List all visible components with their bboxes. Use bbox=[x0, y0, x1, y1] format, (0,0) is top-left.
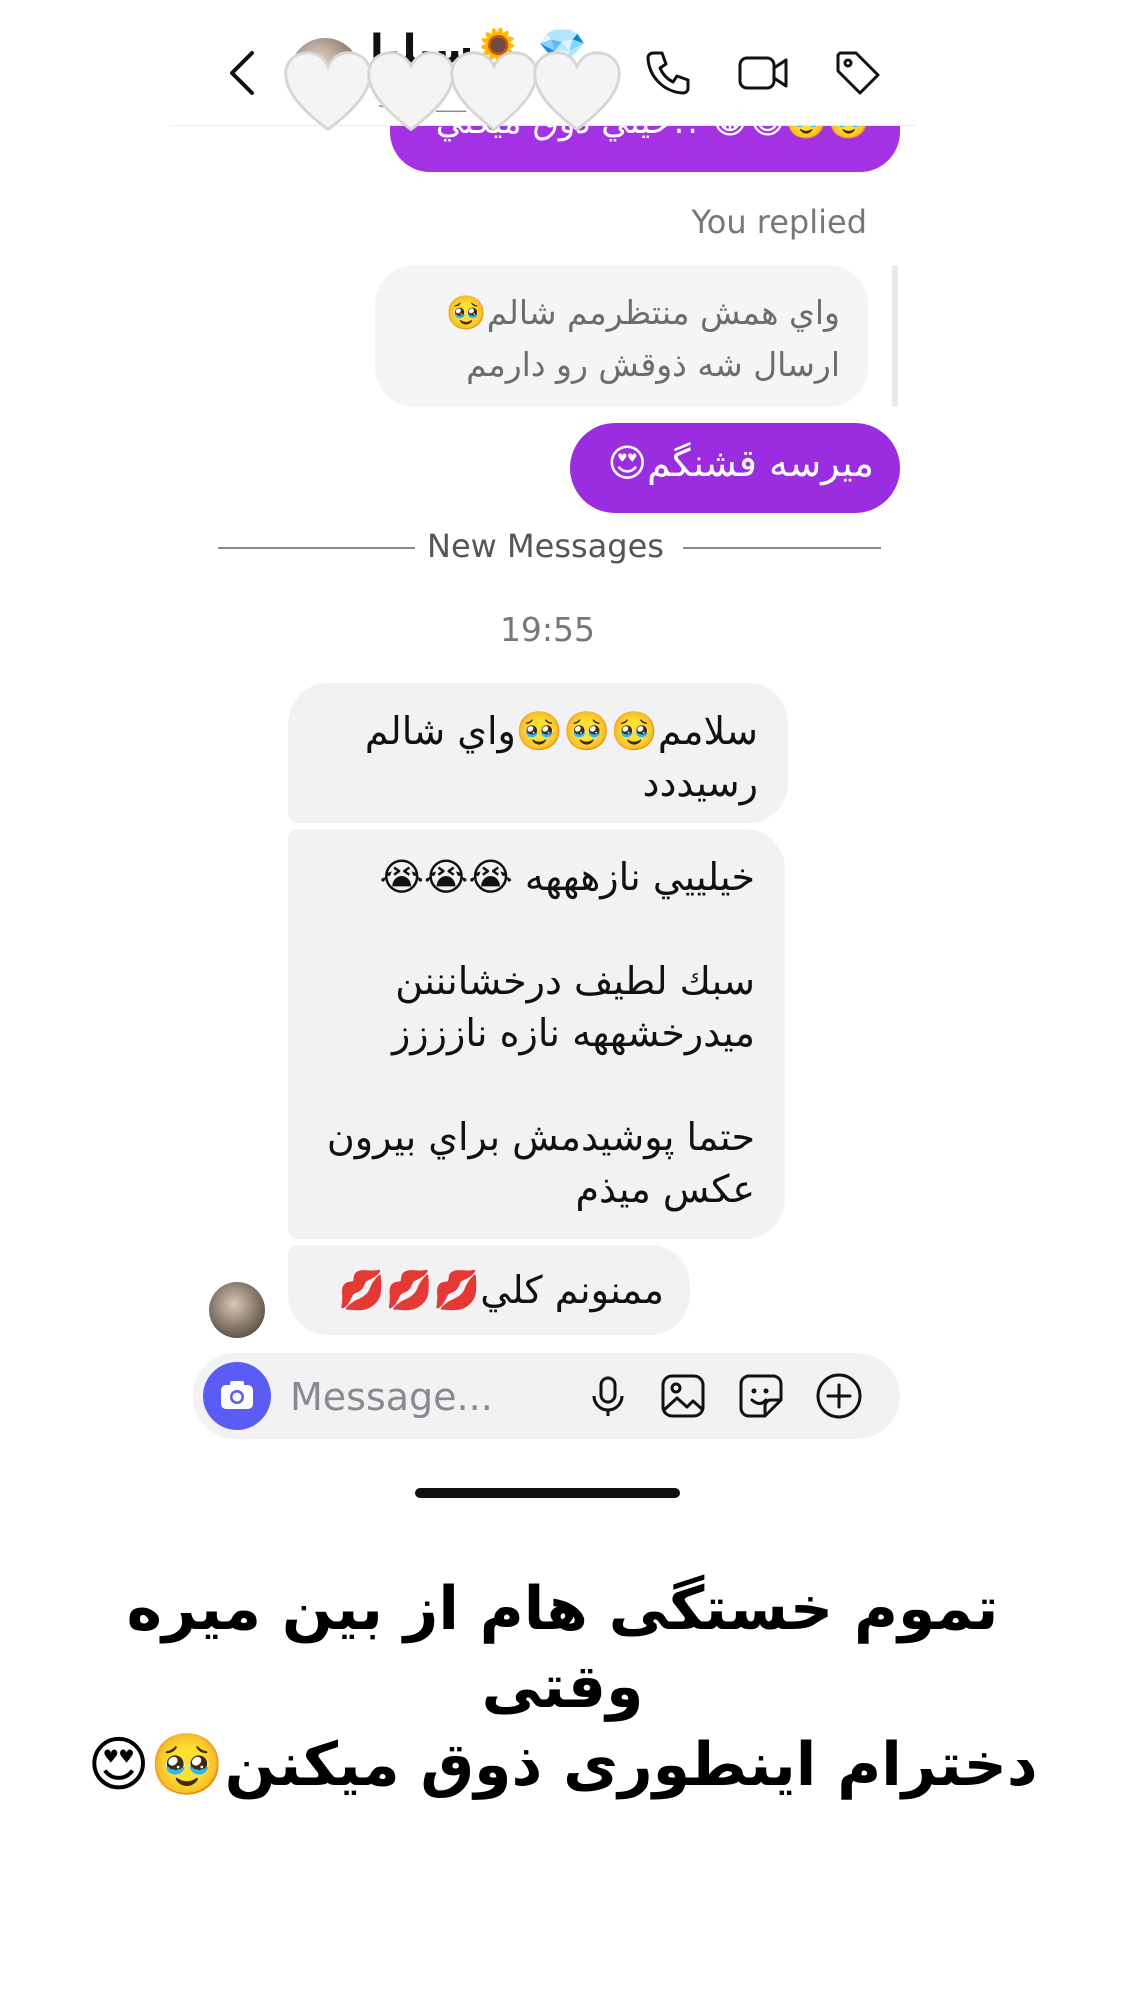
divider-line-right bbox=[683, 547, 881, 549]
message-line bbox=[318, 903, 755, 955]
tag-icon[interactable] bbox=[830, 45, 886, 101]
timestamp: 19:55 bbox=[499, 610, 596, 649]
caption-line: تموم خستگی هام از بین میره وقتی bbox=[126, 1574, 999, 1722]
white-heart-icon bbox=[284, 51, 372, 132]
white-heart-icon bbox=[450, 51, 538, 132]
microphone-icon[interactable] bbox=[582, 1370, 634, 1422]
caption-text: تموم خستگی هام از بین میره وقتی دخترام ا… bbox=[60, 1570, 1065, 1804]
sticker-icon[interactable] bbox=[735, 1370, 787, 1422]
sender-avatar[interactable] bbox=[209, 1282, 265, 1338]
message-line: عكس ميذم bbox=[575, 1167, 755, 1211]
message-line: سلامم🥹🥹🥹واي شالم bbox=[364, 709, 758, 753]
incoming-message[interactable]: ممنونم كلي💋💋💋 bbox=[288, 1245, 690, 1335]
incoming-message[interactable]: خيلييي نازهههه 😭😭😭 سبك لطيف درخشانننن مي… bbox=[288, 829, 785, 1239]
video-icon[interactable] bbox=[735, 45, 791, 101]
home-indicator bbox=[415, 1488, 680, 1498]
chat-header: سيليا🌻 💎 s__krr___rmari bbox=[170, 0, 915, 132]
outgoing-message-text: ميرسه قشنگم😍 bbox=[607, 441, 874, 485]
message-input[interactable] bbox=[288, 1363, 542, 1431]
reply-indicator-bar bbox=[892, 265, 898, 407]
message-line: ميدرخشههه نازه نازززز bbox=[391, 1011, 755, 1055]
you-replied-label: You replied bbox=[691, 203, 867, 241]
message-line: ممنونم كلي💋💋💋 bbox=[338, 1268, 664, 1312]
replied-line: واي همش منتظرمم شالم🥹 bbox=[445, 293, 840, 332]
camera-icon bbox=[221, 1381, 253, 1409]
outgoing-message[interactable]: ميرسه قشنگم😍 bbox=[570, 423, 900, 513]
message-composer bbox=[193, 1353, 900, 1439]
phone-icon[interactable] bbox=[640, 45, 696, 101]
replied-message[interactable]: واي همش منتظرمم شالم🥹 ارسال شه ذوقش رو د… bbox=[375, 265, 868, 407]
message-line: حتما پوشيدمش براي بيرون bbox=[326, 1115, 755, 1159]
chevron-left-icon[interactable] bbox=[222, 45, 262, 101]
heart-stickers bbox=[280, 45, 621, 145]
message-line: رسيددد bbox=[642, 761, 758, 805]
message-line bbox=[318, 1059, 755, 1111]
message-line: سبك لطيف درخشانننن bbox=[395, 959, 755, 1003]
incoming-message[interactable]: سلامم🥹🥹🥹واي شالم رسيددد bbox=[288, 683, 788, 823]
white-heart-icon bbox=[367, 51, 455, 132]
new-messages-divider: New Messages bbox=[427, 527, 664, 565]
replied-line: ارسال شه ذوقش رو دارمم bbox=[466, 345, 840, 384]
camera-button[interactable] bbox=[203, 1362, 271, 1430]
divider-line-left bbox=[218, 547, 415, 549]
caption-line: دخترام اینطوری ذوق میکنن🥹😍 bbox=[87, 1730, 1038, 1800]
white-heart-icon bbox=[533, 51, 621, 132]
gallery-icon[interactable] bbox=[657, 1370, 709, 1422]
plus-icon[interactable] bbox=[813, 1370, 865, 1422]
message-line: خيلييي نازهههه 😭😭😭 bbox=[379, 855, 755, 899]
